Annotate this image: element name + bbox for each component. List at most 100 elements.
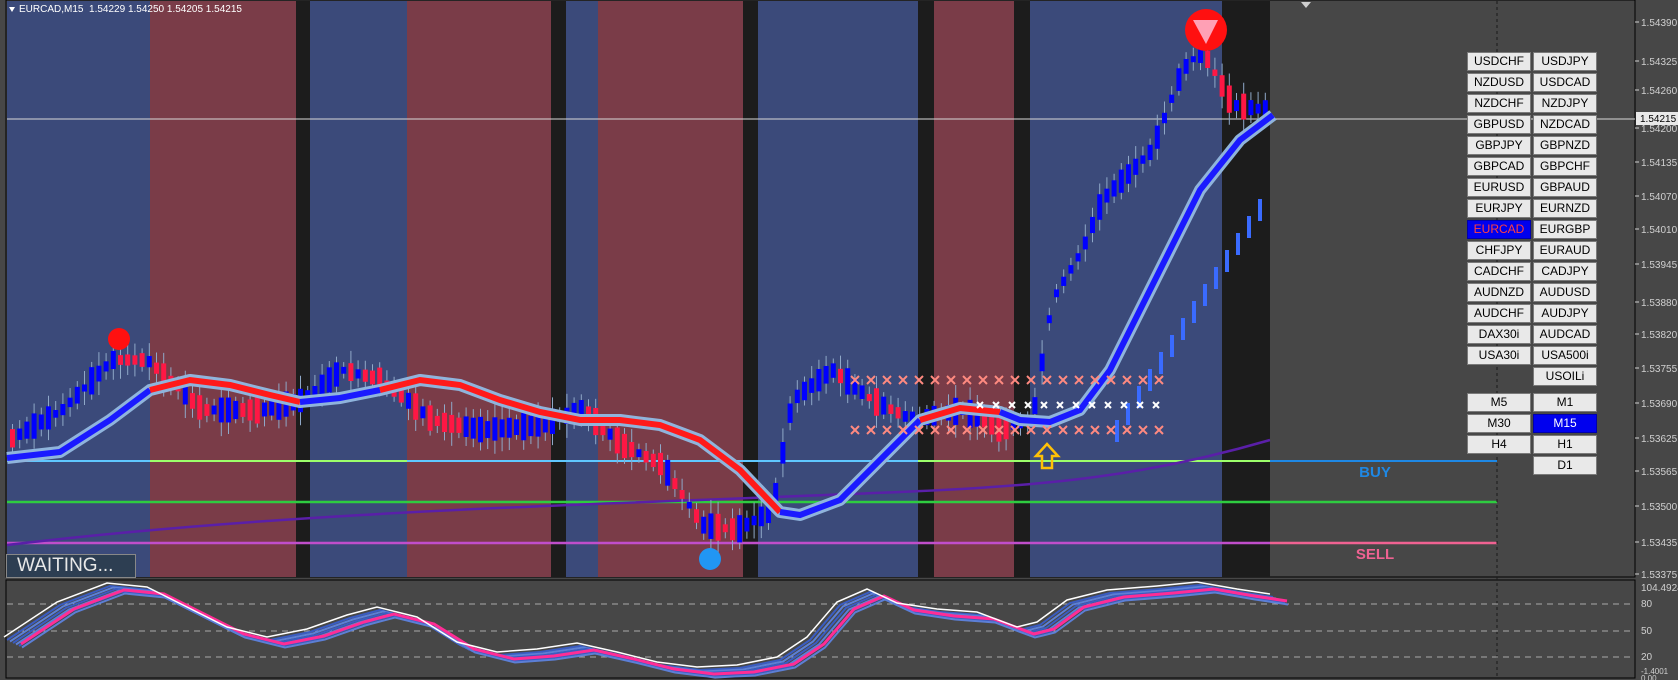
timeframe-button-d1[interactable]: D1 [1533,456,1597,475]
bull-candle [665,459,671,486]
symbol-button-eurcad[interactable]: EURCAD [1467,220,1531,239]
dropdown-arrow-icon[interactable] [9,6,15,12]
bull-candle [146,356,152,368]
bear-candle [413,393,419,420]
symbol-button-gbpusd[interactable]: GBPUSD [1467,115,1531,134]
bull-candle [1234,100,1239,112]
symbol-button-usdjpy[interactable]: USDJPY [1533,52,1597,71]
bear-candle [125,354,131,366]
bear-candle [1219,75,1225,97]
bull-candle [816,369,822,392]
bear-candle [434,415,440,427]
session-zone-blue [7,1,150,577]
bear-candle [204,404,210,416]
bull-candle [1154,125,1160,149]
chart-shift-icon[interactable] [1301,2,1311,8]
bear-candle [10,429,15,448]
timeframe-button-m30[interactable]: M30 [1467,414,1531,433]
symbol-button-usdcad[interactable]: USDCAD [1533,73,1597,92]
bull-candle [1046,315,1052,324]
symbol-button-eurjpy[interactable]: EURJPY [1467,199,1531,218]
symbol-button-nzdusd[interactable]: NZDUSD [1467,73,1531,92]
bull-candle [406,392,411,409]
symbol-button-audcad[interactable]: AUDCAD [1533,325,1597,344]
timeframe-button-m15[interactable]: M15 [1533,414,1597,433]
bear-candle [730,518,735,541]
bull-candle [708,513,714,539]
symbol-button-usa30i[interactable]: USA30i [1467,346,1531,365]
session-zone-red [150,1,296,577]
symbol-button-chfjpy[interactable]: CHFJPY [1467,241,1531,260]
status-box: WAITING... [6,554,136,578]
timeframe-button-h4[interactable]: H4 [1467,435,1531,454]
osc-tick-label: 50 [1641,626,1653,637]
symbol-button-euraud[interactable]: EURAUD [1533,241,1597,260]
price-tick-label: 1.53690 [1641,399,1678,410]
bull-candle [1039,353,1045,372]
timeframe-button-h1[interactable]: H1 [1533,435,1597,454]
bull-candle [53,410,59,418]
timeframe-button-m1[interactable]: M1 [1533,393,1597,412]
bull-candle [1190,56,1196,63]
bear-candle [694,509,699,523]
symbol-button-gbpchf[interactable]: GBPCHF [1533,157,1597,176]
bull-candle [319,374,325,396]
osc-tick-label: 20 [1641,652,1653,663]
session-zone-blue [758,1,918,577]
symbol-button-gbpcad[interactable]: GBPCAD [1467,157,1531,176]
symbol-button-cadjpy[interactable]: CADJPY [1533,262,1597,281]
symbol-button-cadchf[interactable]: CADCHF [1467,262,1531,281]
symbol-button-eurusd[interactable]: EURUSD [1467,178,1531,197]
bear-candle [1212,69,1218,76]
symbol-button-gbpjpy[interactable]: GBPJPY [1467,136,1531,155]
symbol-button-usoili[interactable]: USOILi [1533,367,1597,386]
bear-candle [449,414,455,433]
symbol-button-usa500i[interactable]: USA500i [1533,346,1597,365]
symbol-button-eurgbp[interactable]: EURGBP [1533,220,1597,239]
bull-candle [262,402,267,417]
bull-candle [326,367,332,393]
osc-tick-label: 80 [1641,599,1653,610]
bull-candle [485,421,491,439]
bear-candle [629,442,635,458]
symbol-button-nzdjpy[interactable]: NZDJPY [1533,94,1597,113]
symbol-button-eurnzd[interactable]: EURNZD [1533,199,1597,218]
bull-candle [233,400,239,420]
bull-candle [463,416,469,438]
symbol-button-nzdcad[interactable]: NZDCAD [1533,115,1597,134]
symbol-button-audusd[interactable]: AUDUSD [1533,283,1597,302]
bull-candle [82,384,87,392]
price-chart[interactable]: BUYSELL 1.543901.543251.542601.542001.54… [0,0,1678,680]
bull-candle [881,396,887,415]
bull-candle [46,406,51,430]
bear-candle [888,404,894,414]
timeframe-button-m5[interactable]: M5 [1467,393,1531,412]
symbol-button-nzdchf[interactable]: NZDCHF [1467,94,1531,113]
bull-candle [269,399,275,416]
session-zone-blue [1030,1,1222,577]
symbol-button-dax30i[interactable]: DAX30i [1467,325,1531,344]
symbol-button-audjpy[interactable]: AUDJPY [1533,304,1597,323]
symbol-button-usdchf[interactable]: USDCHF [1467,52,1531,71]
bear-candle [1226,85,1232,113]
bull-candle [701,516,707,534]
symbol-button-gbpaud[interactable]: GBPAUD [1533,178,1597,197]
bear-candle [442,412,447,433]
symbol-button-audnzd[interactable]: AUDNZD [1467,283,1531,302]
symbol-button-audchf[interactable]: AUDCHF [1467,304,1531,323]
trailing-stop-dash [1170,335,1174,357]
bear-candle [658,452,663,476]
current-price-label: 1.54215 [1640,114,1677,125]
trailing-stop-dash [1159,352,1163,374]
bull-candle [902,411,908,422]
trailing-stop-dash [1258,199,1262,221]
sell-signal-dot [108,328,130,350]
bull-candle [1054,289,1059,298]
bull-candle [758,506,764,527]
bear-candle [254,396,260,424]
bull-candle [74,386,80,404]
buy-signal-dot [699,548,721,570]
bull-candle [1255,103,1261,114]
symbol-button-gbpnzd[interactable]: GBPNZD [1533,136,1597,155]
bull-candle [499,419,505,438]
